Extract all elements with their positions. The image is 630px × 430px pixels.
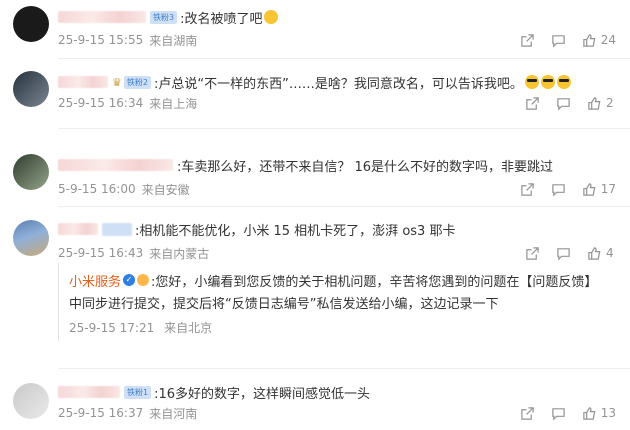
comment-actions: 4 (509, 245, 616, 261)
divider (58, 206, 630, 207)
comment-meta: 25-9-15 16:43 来自内蒙古 (58, 245, 209, 261)
username[interactable] (58, 386, 120, 398)
laugh-emoji-icon (264, 10, 279, 24)
reply-location: 来自北京 (164, 321, 213, 335)
comment-meta: 25-9-15 16:37 来自河南 (58, 405, 197, 421)
avatar[interactable] (13, 383, 49, 419)
comment-button[interactable] (556, 246, 571, 261)
share-button[interactable] (520, 182, 535, 197)
sunglasses-emoji-icon (556, 75, 571, 89)
reply-body-line2: 中同步进行提交，提交后将“反馈日志编号”私信发送给小编，这边记录一下 (69, 296, 499, 312)
share-icon (520, 33, 534, 47)
comment-date: 25-9-15 15:55 (58, 33, 144, 47)
divider (58, 58, 630, 59)
comment-location: 来自内蒙古 (149, 246, 210, 261)
comment-text-line: 铁粉1 :16多好的数字，这样瞬间感觉低一头 (58, 382, 370, 402)
reply-username[interactable]: 小米服务 (69, 271, 121, 290)
comment-text-line: 铁粉3 :改名被喷了吧 (58, 7, 279, 27)
reply-text-line: 小米服务 ✓ :您好，小编看到您反馈的关于相机问题，辛苦将您遇到的问题在【问题反… (69, 271, 598, 290)
like-icon (582, 182, 596, 196)
like-icon (582, 33, 596, 47)
comment-date: 25-9-15 16:43 (58, 246, 144, 260)
comment-button[interactable] (556, 96, 571, 111)
reply-body-line1: :您好，小编看到您反馈的关于相机问题，辛苦将您遇到的问题在【问题反馈】 (151, 274, 598, 290)
like-icon (588, 246, 601, 260)
comment-actions: 24 (504, 32, 616, 48)
avatar[interactable] (13, 154, 49, 190)
comment-actions: 17 (504, 181, 616, 197)
comment-date: 25-9-15 16:34 (58, 96, 144, 110)
reply-date: 25-9-15 17:21 (69, 321, 155, 335)
username[interactable] (58, 223, 98, 235)
share-icon (526, 246, 539, 260)
avatar[interactable] (13, 71, 49, 107)
comment-date: 25-9-15 16:37 (58, 406, 144, 420)
comment-actions: 13 (504, 405, 616, 421)
like-icon (582, 406, 596, 420)
divider (58, 368, 630, 369)
share-icon (520, 406, 534, 420)
comment-button[interactable] (551, 406, 566, 421)
comment-body: :卢总说“不一样的东西”……是啥？我同意改名，可以告诉我吧。 (153, 76, 523, 92)
sunglasses-emoji-icon (524, 75, 539, 89)
comment-body: :相机能不能优化，小米 15 相机卡死了，澎湃 os3 耶卡 (135, 223, 456, 239)
like-count: 24 (600, 33, 616, 47)
like-count: 4 (606, 246, 614, 260)
like-button[interactable]: 17 (582, 182, 616, 197)
avatar[interactable] (13, 220, 49, 256)
comment-icon (551, 407, 565, 421)
username[interactable] (58, 159, 173, 171)
comment-location: 来自河南 (149, 406, 198, 421)
comment-body: :车卖那么好，还带不来自信？ 16是什么不好的数字吗，非要跳过 (177, 159, 554, 175)
comment-actions: 2 (509, 95, 616, 111)
share-icon (526, 96, 539, 110)
reply-meta: 25-9-15 17:21 来自北京 (69, 319, 212, 336)
reply-text-line: 中同步进行提交，提交后将“反馈日志编号”私信发送给小编，这边记录一下 (69, 293, 499, 312)
comment-icon (557, 97, 570, 111)
comment-text-line: ♛ 铁粉2 :卢总说“不一样的东西”……是啥？我同意改名，可以告诉我吧。 (58, 72, 571, 92)
comment-text-line: :相机能不能优化，小米 15 相机卡死了，澎湃 os3 耶卡 (58, 219, 455, 239)
comment-text-line: :车卖那么好，还带不来自信？ 16是什么不好的数字吗，非要跳过 (58, 155, 553, 175)
like-icon (588, 96, 601, 110)
comment-icon (551, 34, 565, 48)
fan-badge: 铁粉3 (150, 10, 178, 24)
divider (58, 128, 630, 129)
share-button[interactable] (525, 96, 540, 111)
share-button[interactable] (520, 33, 535, 48)
comment-date: 5-9-15 16:00 (58, 182, 136, 196)
fan-badge (102, 222, 132, 236)
comment-icon (551, 183, 565, 197)
avatar[interactable] (13, 6, 49, 42)
reply-box: 小米服务 ✓ :您好，小编看到您反馈的关于相机问题，辛苦将您遇到的问题在【问题反… (58, 263, 618, 341)
fire-badge-icon (137, 274, 150, 286)
crown-icon: ♛ (112, 75, 122, 89)
username[interactable] (58, 11, 146, 23)
sunglasses-emoji-icon (540, 75, 555, 89)
fan-badge: 铁粉2 (123, 75, 151, 89)
username[interactable] (58, 76, 108, 88)
verified-icon: ✓ (123, 274, 136, 286)
comment-button[interactable] (551, 33, 566, 48)
like-count: 2 (606, 96, 614, 110)
like-button[interactable]: 2 (587, 96, 616, 111)
comment-location: 来自安徽 (141, 182, 190, 197)
comment-location: 来自上海 (149, 96, 198, 111)
comment-meta: 25-9-15 16:34 来自上海 (58, 95, 197, 111)
like-count: 17 (600, 182, 616, 196)
comment-icon (557, 247, 570, 261)
like-button[interactable]: 24 (582, 33, 616, 48)
share-button[interactable] (525, 246, 540, 261)
share-button[interactable] (520, 406, 535, 421)
comment-body: :16多好的数字，这样瞬间感觉低一头 (154, 386, 371, 402)
like-button[interactable]: 13 (582, 406, 616, 421)
fan-badge: 铁粉1 (124, 385, 152, 399)
like-button[interactable]: 4 (587, 246, 616, 261)
comment-meta: 25-9-15 15:55 来自湖南 (58, 32, 197, 48)
share-icon (520, 182, 534, 196)
comment-meta: 5-9-15 16:00 来自安徽 (58, 181, 190, 197)
comment-location: 来自湖南 (149, 33, 198, 48)
comment-body: :改名被喷了吧 (180, 11, 263, 27)
like-count: 13 (600, 406, 616, 420)
comment-button[interactable] (551, 182, 566, 197)
